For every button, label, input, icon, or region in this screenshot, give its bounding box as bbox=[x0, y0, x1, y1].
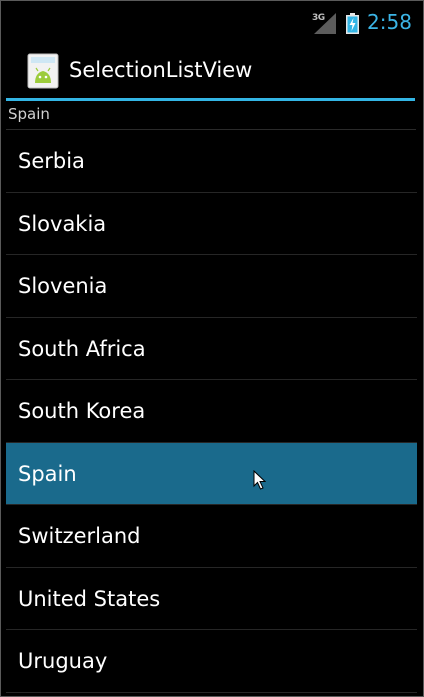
list-item-south-africa[interactable]: South Africa bbox=[6, 318, 417, 380]
list-item-label: South Africa bbox=[18, 336, 146, 361]
list-item-label: Uruguay bbox=[18, 649, 108, 673]
list-item-serbia[interactable]: Serbia bbox=[6, 130, 417, 193]
selection-header-label: Spain bbox=[8, 105, 50, 123]
list-item-label: Slovenia bbox=[18, 274, 108, 298]
country-list: Serbia Slovakia Slovenia South Africa So… bbox=[6, 130, 417, 693]
status-bar: 3G 2:58 bbox=[1, 1, 423, 46]
status-clock: 2:58 bbox=[367, 10, 412, 34]
list-item-label: Switzerland bbox=[18, 524, 141, 548]
list-item-united-states[interactable]: United States bbox=[6, 568, 417, 630]
action-bar-divider bbox=[6, 98, 415, 101]
list-item-label: Spain bbox=[18, 461, 77, 486]
list-item-slovakia[interactable]: Slovakia bbox=[6, 193, 417, 255]
list-item-uruguay[interactable]: Uruguay bbox=[6, 630, 417, 693]
list-item-switzerland[interactable]: Switzerland bbox=[6, 505, 417, 568]
app-title: SelectionListView bbox=[69, 58, 253, 82]
list-item-spain[interactable]: Spain bbox=[6, 442, 417, 505]
list-item-south-korea[interactable]: South Korea bbox=[6, 380, 417, 443]
list-item-label: Slovakia bbox=[18, 211, 107, 236]
list-item-label: South Korea bbox=[18, 399, 146, 423]
action-bar: SelectionListView bbox=[1, 46, 423, 101]
device-screen: 3G 2:58 SelectionListView Spain Serbia S… bbox=[0, 0, 424, 697]
battery-charging-icon bbox=[346, 13, 359, 34]
list-item-slovenia[interactable]: Slovenia bbox=[6, 255, 417, 318]
list-item-label: Serbia bbox=[18, 149, 85, 173]
list-item-label: United States bbox=[18, 586, 161, 611]
android-app-icon[interactable] bbox=[27, 53, 59, 89]
signal-strength-icon bbox=[314, 13, 336, 34]
mouse-pointer-icon bbox=[253, 470, 266, 490]
